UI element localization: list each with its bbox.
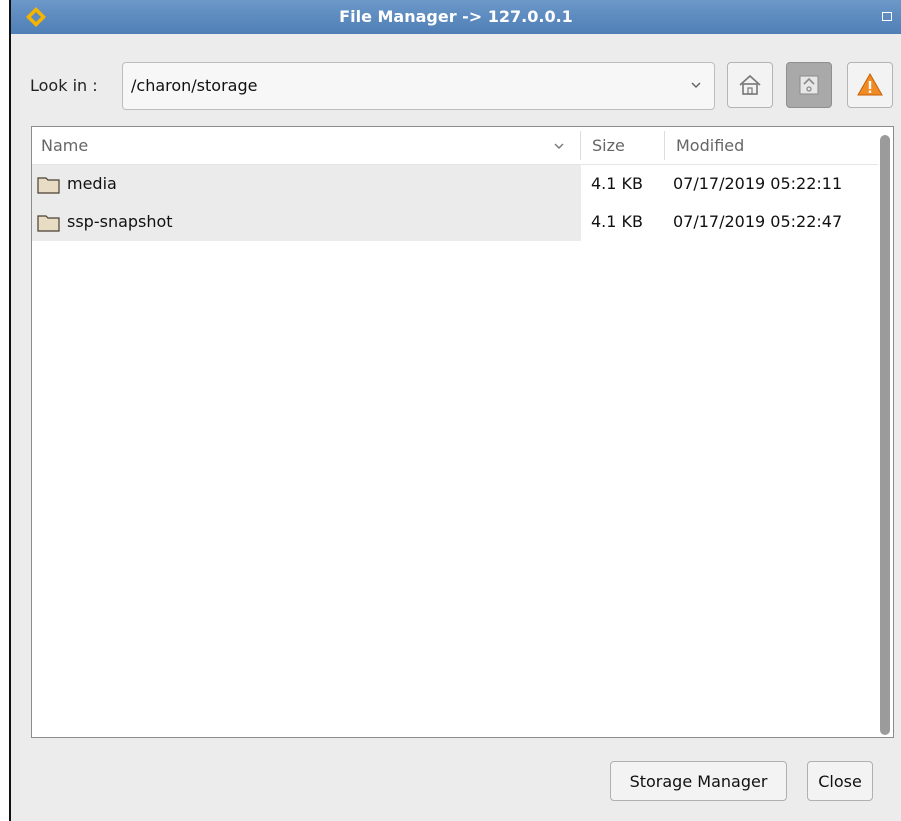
window-title: File Manager -> 127.0.0.1: [339, 7, 573, 26]
name-cell: ssp-snapshot: [32, 203, 581, 241]
file-name: media: [67, 174, 117, 193]
storage-manager-button[interactable]: Storage Manager: [610, 761, 787, 801]
column-header-name[interactable]: Name: [41, 127, 88, 164]
path-value: /charon/storage: [131, 76, 258, 95]
warning-button[interactable]: [847, 62, 893, 108]
file-modified: 07/17/2019 05:22:47: [673, 212, 843, 231]
maximize-icon[interactable]: [882, 12, 892, 21]
table-header: Name Size Modified: [32, 127, 878, 165]
file-list[interactable]: Name Size Modified media 4.1 KB 07/17/20…: [31, 126, 894, 738]
sort-chevron-icon[interactable]: [552, 139, 566, 153]
look-in-label: Look in :: [30, 76, 98, 95]
title-bar[interactable]: File Manager -> 127.0.0.1: [11, 0, 901, 34]
vertical-scrollbar[interactable]: [880, 135, 890, 735]
file-size: 4.1 KB: [591, 174, 643, 193]
file-size: 4.1 KB: [591, 212, 643, 231]
table-row[interactable]: ssp-snapshot 4.1 KB 07/17/2019 05:22:47: [32, 203, 878, 241]
column-separator[interactable]: [664, 131, 665, 160]
chevron-down-icon: [691, 82, 701, 89]
name-cell: media: [32, 165, 581, 203]
home-button[interactable]: [727, 62, 773, 108]
file-name: ssp-snapshot: [67, 212, 173, 231]
path-dropdown[interactable]: /charon/storage: [122, 62, 715, 110]
column-separator[interactable]: [580, 131, 581, 160]
folder-icon: [37, 177, 60, 194]
column-header-modified[interactable]: Modified: [676, 127, 744, 164]
close-button[interactable]: Close: [807, 761, 873, 801]
warning-icon: [857, 72, 883, 96]
file-modified: 07/17/2019 05:22:11: [673, 174, 843, 193]
up-directory-icon: [799, 75, 819, 95]
table-row[interactable]: media 4.1 KB 07/17/2019 05:22:11: [32, 165, 878, 203]
home-icon: [739, 74, 761, 95]
file-manager-window: File Manager -> 127.0.0.1 Look in : /cha…: [11, 0, 901, 821]
column-header-size[interactable]: Size: [592, 127, 625, 164]
up-directory-button[interactable]: [786, 62, 832, 108]
folder-icon: [37, 215, 60, 232]
